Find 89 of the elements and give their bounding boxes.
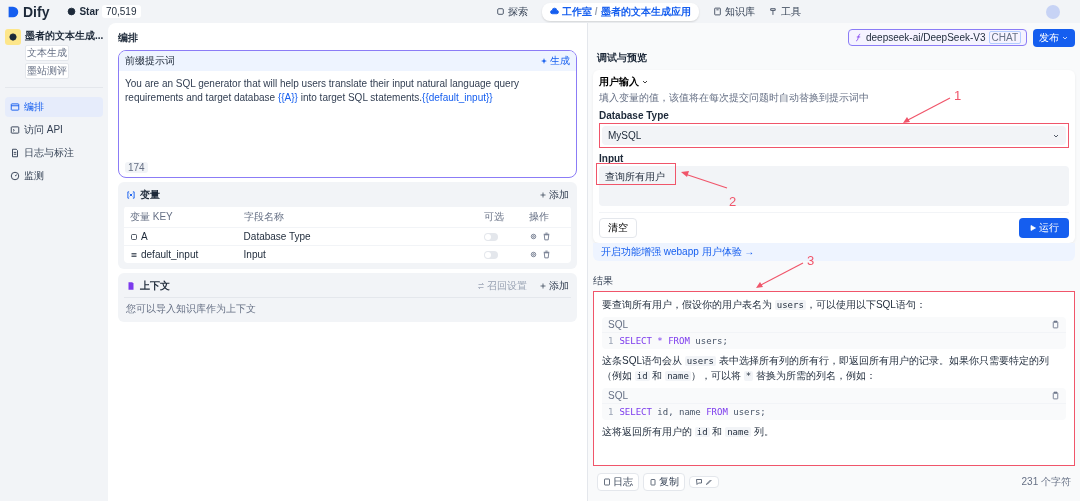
field-label: Database Type <box>599 110 669 121</box>
context-hint: 您可以导入知识库作为上下文 <box>124 297 571 316</box>
code-language: SQL <box>608 318 628 330</box>
log-button[interactable]: 日志 <box>597 473 639 491</box>
sidebar-item[interactable]: 监测 <box>5 166 103 186</box>
nav-tab[interactable]: 工作室 / 墨者的文本生成应用 <box>541 2 699 21</box>
user-input-hint: 填入变量的值，该值将在每次提交问题时自动替换到提示词中 <box>599 91 869 105</box>
model-selector[interactable]: deepseek-ai/DeepSeek-V3 CHAT <box>848 29 1027 46</box>
pen-icon <box>705 478 713 486</box>
terminal-icon <box>10 125 20 135</box>
result-paragraph: 要查询所有用户，假设你的用户表名为 users ，可以使用以下SQL语句： <box>602 298 927 312</box>
gauge-icon <box>10 171 20 181</box>
clipboard-icon <box>1051 390 1060 400</box>
app-name[interactable]: 墨者的文本生成... <box>25 29 104 43</box>
code-line: 1 SELECT id, name FROM users; <box>607 405 767 419</box>
page-title: 编排 <box>118 30 139 45</box>
char-count: 231 个字符 <box>1021 475 1071 489</box>
toggle[interactable] <box>483 233 498 242</box>
book-icon <box>712 7 722 16</box>
swap-icon <box>477 282 485 290</box>
select-field[interactable]: MySQL <box>602 126 1066 145</box>
nav-tab[interactable]: 工具 <box>768 4 801 19</box>
prompt-editor[interactable]: 前缀提示词 生成 You are an SQL generator that will help users translate their input natural language query requirements and target database {{A}} into target SQL statements.{{default_input}} 174 <box>118 50 577 178</box>
column-header: 变量 KEY <box>124 206 238 228</box>
comment-icon <box>695 478 703 486</box>
clipboard-icon <box>649 478 657 486</box>
variable-key: default_input <box>141 249 199 260</box>
logo-icon <box>6 4 20 19</box>
column-header: 可选 <box>477 206 523 228</box>
document-icon <box>126 281 136 291</box>
app-tag: 文本生成 <box>25 45 69 61</box>
plus-icon <box>539 282 547 290</box>
code-language: SQL <box>608 389 628 401</box>
generate-button[interactable]: 生成 <box>540 54 570 68</box>
star-count: 70,519 <box>101 5 141 18</box>
table-cell: Database Type <box>237 227 478 246</box>
sparkle-icon <box>540 57 548 65</box>
publish-button[interactable]: 发布 <box>1033 28 1075 47</box>
plus-icon <box>539 191 547 199</box>
chevron-down-icon <box>641 78 649 86</box>
add-button[interactable]: 添加 <box>539 279 569 293</box>
annotation-number: 1 <box>954 88 962 103</box>
cloud-icon <box>549 7 559 16</box>
paragraph-icon <box>130 250 138 259</box>
logo-text: Dify <box>23 3 50 20</box>
sidebar-item[interactable]: 编排 <box>5 97 103 117</box>
variable-icon <box>126 190 136 200</box>
add-button[interactable]: 添加 <box>539 188 569 202</box>
result-paragraph: 这条SQL语句会从 users 表中选择所有列的所有行，即返回所有用户的记录。如果你只需要特定的列（例如 id 和 name ），可以将 * 替换为所需的列名，例如： <box>602 353 1050 383</box>
toggle[interactable] <box>483 251 498 260</box>
nav-tab[interactable]: 知识库 <box>712 4 755 19</box>
panel-title: 调试与预览 <box>596 51 648 65</box>
hammer-icon <box>768 7 778 16</box>
document-icon <box>10 148 20 158</box>
annotation-arrow <box>681 171 728 189</box>
annotation-number: 2 <box>729 194 737 209</box>
star-label: Star <box>79 6 99 17</box>
result-paragraph: 这将返回所有用户的 id 和 name 列。 <box>602 424 775 439</box>
result-label: 结果 <box>593 274 613 288</box>
user-input-toggle[interactable]: 用户输入 <box>599 75 649 89</box>
model-icon <box>854 33 863 42</box>
char-count: 174 <box>125 162 148 173</box>
feedback-button[interactable] <box>689 476 719 488</box>
field-label: Input <box>599 153 624 164</box>
layout-icon <box>10 102 20 112</box>
code-line: 1 SELECT * FROM users; <box>607 334 729 348</box>
select-icon <box>130 232 138 241</box>
play-icon <box>1029 224 1037 232</box>
app-tag: 墨站测评 <box>25 63 69 79</box>
sidebar-item[interactable]: 日志与标注 <box>5 143 103 163</box>
prompt-title: 前缀提示词 <box>125 54 175 68</box>
prompt-text: You are an SQL generator that will help users translate their input natural language query requirements and target database {{A}} into target SQL statements.{{default_input}} <box>124 77 520 105</box>
annotation-arrow <box>756 262 804 288</box>
log-icon <box>603 478 611 486</box>
clipboard-icon <box>1051 319 1060 329</box>
table-cell: Input <box>237 245 478 263</box>
clear-button[interactable]: 清空 <box>599 218 637 238</box>
run-button[interactable]: 运行 <box>1019 218 1069 238</box>
variable-key: A <box>141 231 148 242</box>
avatar[interactable] <box>1046 4 1060 19</box>
trash-icon <box>541 232 551 241</box>
trash-icon <box>541 250 551 259</box>
section-title: 变量 <box>140 188 160 202</box>
sidebar-item[interactable]: 访问 API <box>5 120 103 140</box>
column-header: 字段名称 <box>237 206 478 228</box>
copy-button[interactable]: 复制 <box>643 473 685 491</box>
nav-tab[interactable]: 探索 <box>495 4 528 19</box>
column-header: 操作 <box>522 206 571 228</box>
section-title: 上下文 <box>140 279 170 293</box>
